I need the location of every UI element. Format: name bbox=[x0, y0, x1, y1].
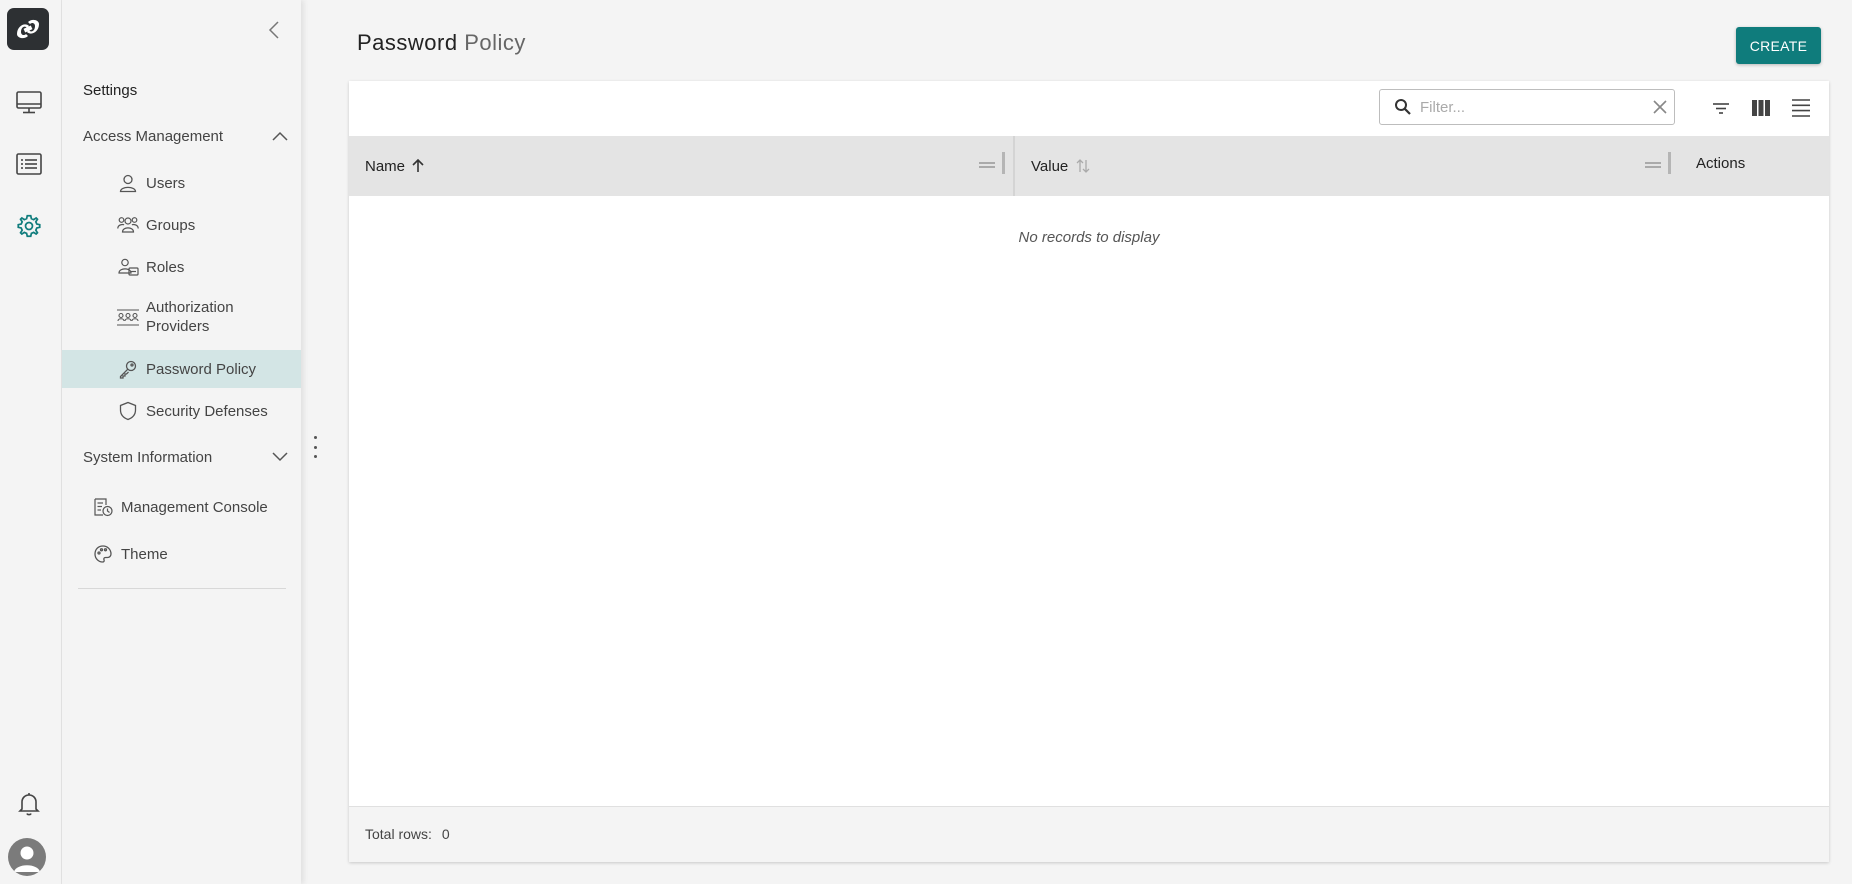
sidebar-item-security-defenses[interactable]: Security Defenses bbox=[62, 398, 301, 424]
column-header-name[interactable]: Name bbox=[365, 136, 425, 196]
sidebar-item-authorization-providers[interactable]: Authorization Providers bbox=[62, 298, 301, 340]
password-policy-table: Name Value Actions No records to display… bbox=[349, 81, 1829, 862]
column-header-actions: Actions bbox=[1696, 136, 1745, 190]
empty-message: No records to display bbox=[1018, 229, 1160, 246]
gear-icon[interactable] bbox=[14, 211, 44, 241]
sidebar-item-label: Theme bbox=[121, 545, 168, 563]
page-title-primary: Password bbox=[357, 30, 458, 55]
clear-filter-icon[interactable] bbox=[1652, 99, 1668, 115]
group-access-management[interactable]: Access Management bbox=[83, 124, 288, 148]
page-title-secondary: Policy bbox=[464, 30, 526, 55]
sidebar-item-password-policy[interactable]: Password Policy bbox=[62, 350, 301, 388]
sidebar-item-label: Roles bbox=[146, 258, 185, 276]
column-resize-handle[interactable] bbox=[1002, 152, 1005, 174]
sidebar-item-label: Groups bbox=[146, 216, 196, 234]
column-header-value[interactable]: Value bbox=[1031, 136, 1090, 196]
group-label: System Information bbox=[83, 448, 213, 466]
collapse-sidebar-button[interactable] bbox=[262, 18, 286, 42]
sidebar-item-label: Password Policy bbox=[146, 360, 257, 378]
console-icon bbox=[91, 495, 115, 519]
sidebar-resize-handle[interactable] bbox=[312, 436, 318, 458]
monitor-icon[interactable] bbox=[14, 87, 44, 117]
group-system-information[interactable]: System Information bbox=[83, 445, 288, 469]
sidebar-item-label: Authorization Providers bbox=[146, 299, 234, 335]
roles-icon bbox=[116, 255, 140, 279]
avatar-icon bbox=[14, 846, 40, 872]
sort-unsorted-icon[interactable] bbox=[1076, 158, 1090, 174]
density-icon[interactable] bbox=[1788, 95, 1814, 121]
shield-icon bbox=[116, 399, 140, 423]
column-label: Actions bbox=[1696, 154, 1746, 172]
key-icon bbox=[116, 357, 140, 381]
table-toolbar bbox=[349, 81, 1829, 136]
group-label: Access Management bbox=[83, 127, 224, 145]
icon-rail bbox=[0, 0, 62, 884]
column-divider bbox=[1013, 136, 1015, 196]
table-footer: Total rows: 0 bbox=[349, 806, 1829, 862]
chevron-left-icon bbox=[268, 21, 279, 39]
create-button[interactable]: CREATE bbox=[1736, 27, 1821, 64]
sidebar-title: Settings bbox=[83, 82, 138, 99]
total-rows: Total rows: 0 bbox=[365, 826, 450, 842]
sidebar-item-management-console[interactable]: Management Console bbox=[62, 494, 301, 520]
table-header: Name Value Actions bbox=[349, 136, 1829, 196]
column-menu-grip[interactable] bbox=[1645, 162, 1661, 168]
palette-icon bbox=[91, 542, 115, 566]
sidebar-item-groups[interactable]: Groups bbox=[62, 212, 301, 238]
columns-icon[interactable] bbox=[1748, 95, 1774, 121]
total-rows-label: Total rows: bbox=[365, 826, 432, 842]
search-icon bbox=[1395, 99, 1411, 115]
column-label: Value bbox=[1031, 157, 1069, 175]
chevron-down-icon bbox=[272, 452, 288, 462]
filter-list-icon[interactable] bbox=[1708, 95, 1734, 121]
sort-ascending-icon[interactable] bbox=[411, 158, 425, 174]
column-resize-handle[interactable] bbox=[1668, 152, 1671, 174]
avatar[interactable] bbox=[8, 838, 46, 876]
bell-icon[interactable] bbox=[14, 789, 44, 819]
settings-sidebar: Settings Access Management Users Groups bbox=[62, 0, 301, 884]
user-icon bbox=[116, 171, 140, 195]
sidebar-divider bbox=[78, 588, 286, 589]
sidebar-item-label: Management Console bbox=[121, 498, 268, 516]
chevron-up-icon bbox=[272, 131, 288, 141]
groups-icon bbox=[116, 213, 140, 237]
filter-input[interactable] bbox=[1418, 97, 1632, 117]
app-logo-icon[interactable] bbox=[7, 8, 49, 50]
column-label: Name bbox=[365, 157, 406, 175]
filter-box[interactable] bbox=[1379, 89, 1675, 125]
sidebar-item-roles[interactable]: Roles bbox=[62, 254, 301, 280]
total-rows-count: 0 bbox=[441, 826, 450, 842]
column-menu-grip[interactable] bbox=[979, 162, 995, 168]
sidebar-item-label: Security Defenses bbox=[146, 402, 268, 420]
auth-providers-icon bbox=[116, 306, 140, 330]
page-title: Password Policy bbox=[357, 30, 526, 56]
sidebar-item-users[interactable]: Users bbox=[62, 170, 301, 196]
sidebar-item-theme[interactable]: Theme bbox=[62, 541, 301, 567]
list-icon[interactable] bbox=[14, 149, 44, 179]
sidebar-item-label: Users bbox=[146, 174, 186, 192]
